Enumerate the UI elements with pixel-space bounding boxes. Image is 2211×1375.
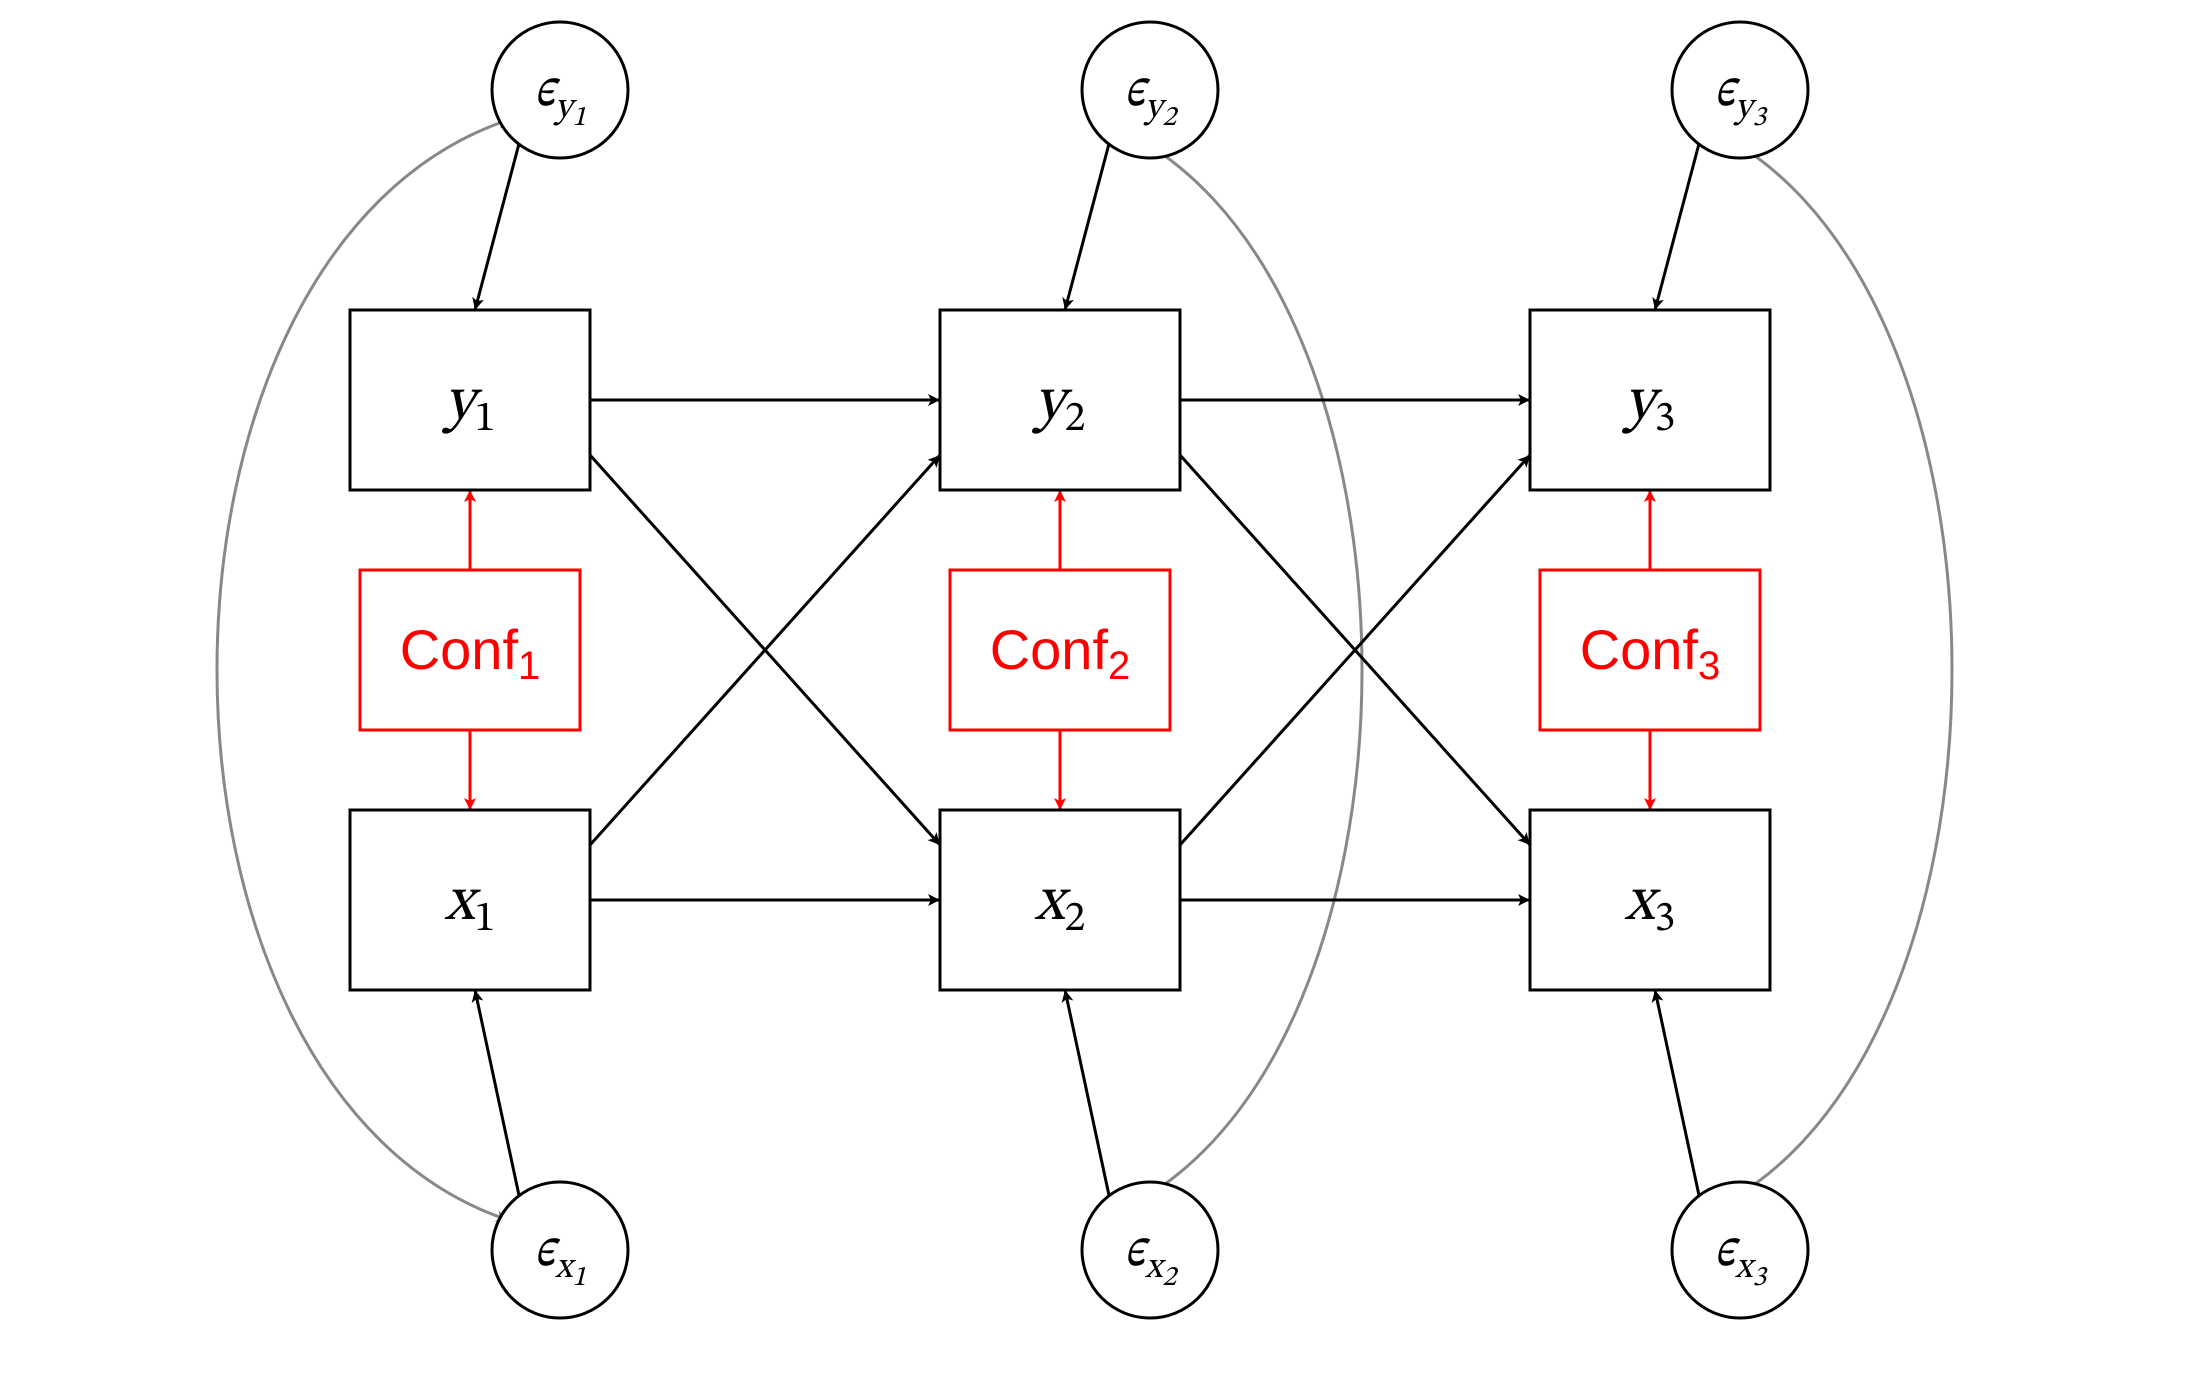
edge-epsx3-x3 — [1655, 990, 1700, 1200]
edge-epsy2-y2 — [1065, 140, 1110, 310]
edge-epsx2-x2 — [1065, 990, 1110, 1200]
edge-epsy3-y3 — [1655, 140, 1700, 310]
causal-diagram: y1 y2 y3 x1 x2 x3 Conf1 Conf2 Conf3 ϵy1 … — [0, 0, 2211, 1375]
edge-epsx1-x1 — [475, 990, 520, 1200]
edge-epsy1-y1 — [475, 140, 520, 310]
